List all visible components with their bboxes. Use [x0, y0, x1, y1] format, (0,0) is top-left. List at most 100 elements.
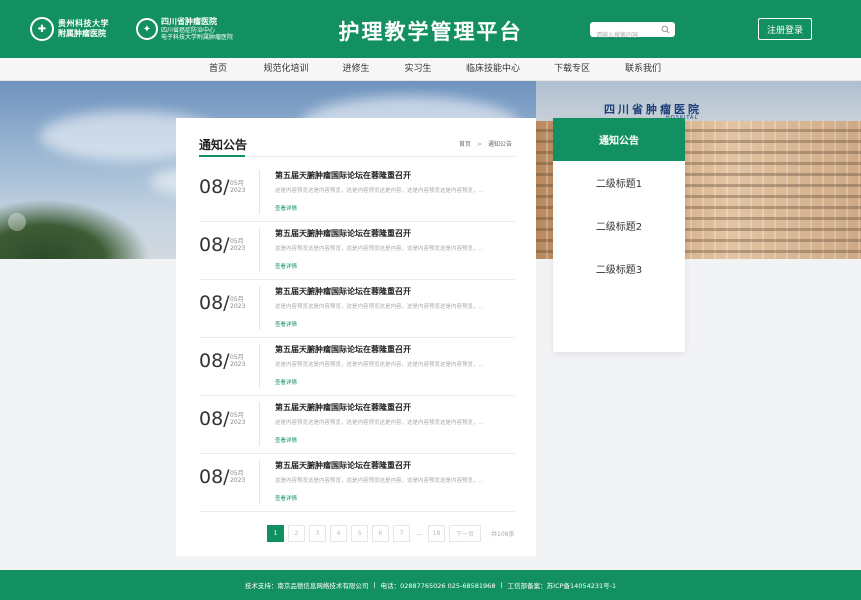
news-title[interactable]: 第五届天腑肿瘤国际论坛在蓉隆重召开 [275, 286, 411, 297]
news-summary: 这是内容预览这是内容预览，这是内容预览这是内容，这是内容预览这是内容预览，... [275, 188, 484, 194]
news-item[interactable]: 08/ 05月 2023 第五届天腑肿瘤国际论坛在蓉隆重召开 这是内容预览这是内… [199, 164, 515, 222]
pagination: 1 2 3 4 5 6 7 ... 18 下一页 共108条 [267, 524, 514, 542]
news-title[interactable]: 第五届天腑肿瘤国际论坛在蓉隆重召开 [275, 460, 411, 471]
logo2-line1: 四川省肿瘤医院 [161, 17, 217, 26]
news-more-link[interactable]: 查看详情 [275, 494, 297, 502]
breadcrumb-current: 通知公告 [487, 141, 512, 148]
news-divider [259, 286, 260, 330]
next-page-button[interactable]: 下一页 [449, 524, 482, 542]
hospital-emblem-icon: ✦ [136, 18, 158, 40]
page-7-button[interactable]: 7 [393, 524, 410, 542]
section-divider [199, 156, 515, 157]
sidebar-item-subtitle-2[interactable]: 二级标题2 [553, 204, 685, 247]
content-panel: 通知公告 首页 > 通知公告 08/ 05月 2023 第五届天腑肿瘤国际论坛在蓉隆… [176, 118, 536, 556]
news-item[interactable]: 08/ 05月 2023 第五届天腑肿瘤国际论坛在蓉隆重召开 这是内容预览这是内… [199, 338, 515, 396]
footer-separator: | [373, 581, 376, 589]
section-title-underline [199, 155, 245, 157]
sidebar-heading[interactable]: 通知公告 [553, 118, 685, 161]
university-emblem-icon: ✚ [30, 17, 54, 41]
news-more-link[interactable]: 查看详情 [275, 436, 297, 444]
news-more-link[interactable]: 查看详情 [275, 320, 297, 328]
footer-separator: | [500, 581, 503, 589]
news-summary: 这是内容预览这是内容预览，这是内容预览这是内容，这是内容预览这是内容预览，... [275, 478, 484, 484]
sidebar: 通知公告 二级标题1 二级标题2 二级标题3 [553, 118, 685, 352]
news-divider [259, 170, 260, 214]
logo[interactable]: ✚ 贵州科技大学 附属肿瘤医院 ✦ 四川省肿瘤医院 四川省癌症防治中心 电子科技… [30, 16, 235, 42]
search-input[interactable] [590, 28, 656, 43]
footer-icp[interactable]: 工信部备案：苏ICP备14054231号-1 [508, 580, 616, 590]
sidebar-item-subtitle-3[interactable]: 二级标题3 [553, 247, 685, 290]
news-year: 2023 [230, 419, 246, 426]
news-summary: 这是内容预览这是内容预览，这是内容预览这是内容，这是内容预览这是内容预览，... [275, 420, 484, 426]
breadcrumb-separator: > [476, 141, 482, 148]
news-month: 05月 [230, 412, 244, 419]
news-day: 08/ [199, 234, 230, 256]
news-more-link[interactable]: 查看详情 [275, 262, 297, 270]
news-more-link[interactable]: 查看详情 [275, 378, 297, 386]
news-day: 08/ [199, 176, 230, 198]
news-summary: 这是内容预览这是内容预览，这是内容预览这是内容，这是内容预览这是内容预览，... [275, 304, 484, 310]
news-month: 05月 [230, 354, 244, 361]
logo2-text: 四川省肿瘤医院 四川省癌症防治中心 电子科技大学附属肿瘤医院 [161, 17, 235, 41]
page-5-button[interactable]: 5 [351, 524, 368, 542]
news-month: 05月 [230, 470, 244, 477]
news-year: 2023 [230, 477, 246, 484]
news-year: 2023 [230, 245, 246, 252]
news-month: 05月 [230, 296, 244, 303]
news-title[interactable]: 第五届天腑肿瘤国际论坛在蓉隆重召开 [275, 170, 411, 181]
breadcrumb-home[interactable]: 首页 [459, 141, 471, 148]
news-item[interactable]: 08/ 05月 2023 第五届天腑肿瘤国际论坛在蓉隆重召开 这是内容预览这是内… [199, 454, 515, 512]
nav-item-home[interactable]: 首页 [209, 58, 227, 81]
search-icon[interactable] [661, 25, 670, 34]
nav-item-standardized-training[interactable]: 规范化培训 [263, 58, 308, 81]
page-last-button[interactable]: 18 [428, 524, 445, 542]
nav-item-advanced-students[interactable]: 进修生 [342, 58, 369, 81]
news-list: 08/ 05月 2023 第五届天腑肿瘤国际论坛在蓉隆重召开 这是内容预览这是内… [199, 164, 515, 512]
nav-item-downloads[interactable]: 下载专区 [554, 58, 590, 81]
section-title: 通知公告 [199, 138, 248, 152]
logo1-text: 贵州科技大学 附属肿瘤医院 [58, 19, 130, 39]
footer-support: 技术支持：南京品德信息网络技术有限公司 [244, 582, 369, 590]
news-summary: 这是内容预览这是内容预览，这是内容预览这是内容，这是内容预览这是内容预览，... [275, 246, 484, 252]
nav-item-clinical-skills[interactable]: 临床技能中心 [466, 58, 520, 81]
news-divider [259, 402, 260, 446]
page-3-button[interactable]: 3 [309, 524, 326, 542]
news-day: 08/ [199, 408, 230, 430]
news-item[interactable]: 08/ 05月 2023 第五届天腑肿瘤国际论坛在蓉隆重召开 这是内容预览这是内… [199, 280, 515, 338]
main-nav: 首页 规范化培训 进修生 实习生 临床技能中心 下载专区 联系我们 [0, 58, 861, 81]
news-item[interactable]: 08/ 05月 2023 第五届天腑肿瘤国际论坛在蓉隆重召开 这是内容预览这是内… [199, 396, 515, 454]
news-title[interactable]: 第五届天腑肿瘤国际论坛在蓉隆重召开 [275, 228, 411, 239]
nav-item-interns[interactable]: 实习生 [404, 58, 431, 81]
logo2-line3: 电子科技大学附属肿瘤医院 [161, 34, 234, 41]
news-year: 2023 [230, 361, 246, 368]
news-day: 08/ [199, 466, 230, 488]
news-divider [259, 460, 260, 504]
logo1-line2: 附属肿瘤医院 [58, 29, 106, 38]
news-more-link[interactable]: 查看详情 [275, 204, 297, 212]
news-item[interactable]: 08/ 05月 2023 第五届天腑肿瘤国际论坛在蓉隆重召开 这是内容预览这是内… [199, 222, 515, 280]
nav-item-contact[interactable]: 联系我们 [625, 58, 661, 81]
logo2-line2: 四川省癌症防治中心 [161, 27, 216, 34]
banner-prev-arrow-icon[interactable] [8, 213, 26, 231]
news-divider [259, 344, 260, 388]
page-4-button[interactable]: 4 [330, 524, 347, 542]
header: ✚ 贵州科技大学 附属肿瘤医院 ✦ 四川省肿瘤医院 四川省癌症防治中心 电子科技… [0, 0, 861, 58]
register-login-button[interactable]: 注册登录 [758, 18, 812, 40]
page-6-button[interactable]: 6 [372, 524, 389, 542]
news-year: 2023 [230, 303, 246, 310]
news-month: 05月 [230, 238, 244, 245]
logo1-line1: 贵州科技大学 [58, 19, 109, 28]
page-1-button[interactable]: 1 [267, 524, 284, 542]
news-title[interactable]: 第五届天腑肿瘤国际论坛在蓉隆重召开 [275, 402, 411, 413]
news-month: 05月 [230, 180, 244, 187]
news-divider [259, 228, 260, 272]
page-ellipsis: ... [416, 529, 422, 537]
page-2-button[interactable]: 2 [288, 524, 305, 542]
news-day: 08/ [199, 292, 230, 314]
news-title[interactable]: 第五届天腑肿瘤国际论坛在蓉隆重召开 [275, 344, 411, 355]
search-box [590, 22, 675, 43]
pagination-total: 共108条 [491, 530, 515, 538]
news-summary: 这是内容预览这是内容预览，这是内容预览这是内容，这是内容预览这是内容预览，... [275, 362, 484, 368]
news-year: 2023 [230, 187, 246, 194]
sidebar-item-subtitle-1[interactable]: 二级标题1 [553, 161, 685, 204]
